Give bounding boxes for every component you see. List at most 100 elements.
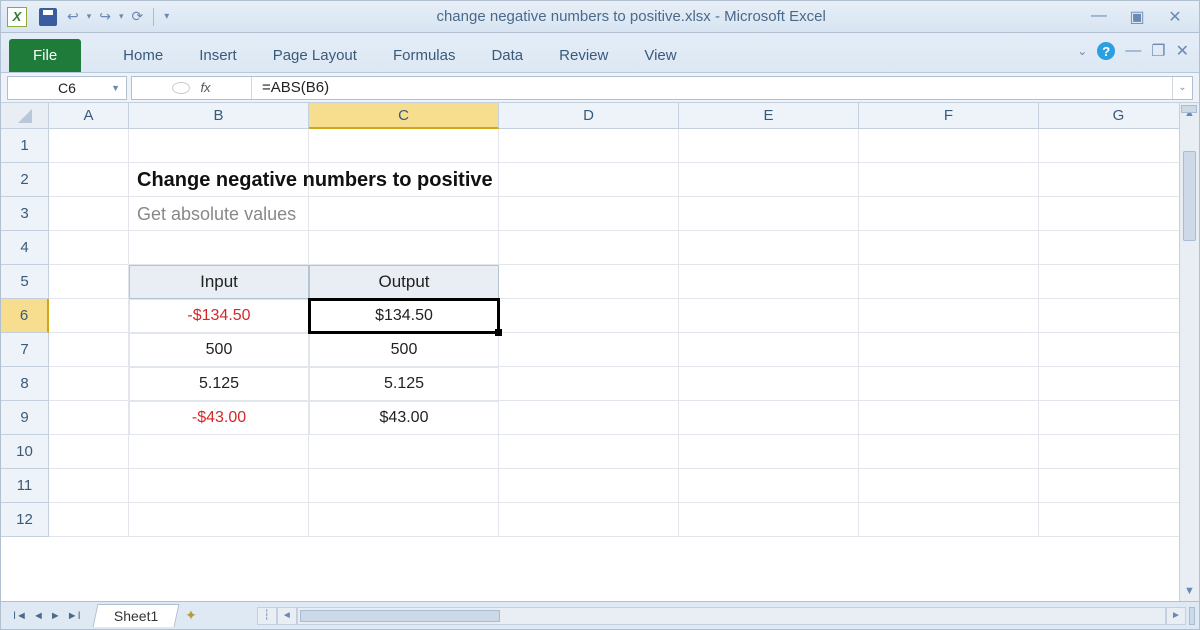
- input-cell[interactable]: 500: [129, 333, 309, 367]
- horizontal-scroll-thumb[interactable]: [300, 610, 500, 622]
- cell[interactable]: [129, 469, 309, 503]
- cell[interactable]: [309, 435, 499, 469]
- redo-button[interactable]: ↪: [95, 8, 115, 25]
- cell[interactable]: [309, 129, 499, 163]
- undo-button[interactable]: ↩: [63, 8, 83, 25]
- cell[interactable]: [49, 435, 129, 469]
- fx-icon[interactable]: fx: [200, 80, 210, 95]
- cell[interactable]: [679, 231, 859, 265]
- input-cell[interactable]: 5.125: [129, 367, 309, 401]
- row-header-9[interactable]: 9: [1, 401, 49, 435]
- scroll-down-icon[interactable]: ▼: [1180, 581, 1199, 601]
- table-header-input[interactable]: Input: [129, 265, 309, 299]
- column-header-A[interactable]: A: [49, 103, 129, 129]
- cell[interactable]: [1039, 503, 1199, 537]
- tab-data[interactable]: Data: [473, 39, 541, 72]
- selection-handle[interactable]: [495, 329, 502, 336]
- row-header-3[interactable]: 3: [1, 197, 49, 231]
- cells-area[interactable]: Change negative numbers to positiveGet a…: [49, 129, 1199, 603]
- cell[interactable]: [1039, 333, 1199, 367]
- cell[interactable]: [859, 367, 1039, 401]
- cell[interactable]: [49, 367, 129, 401]
- cell[interactable]: [1039, 469, 1199, 503]
- cell[interactable]: [499, 231, 679, 265]
- cell[interactable]: [679, 197, 859, 231]
- sheet-nav-first-icon[interactable]: I◄: [11, 608, 29, 624]
- tab-insert[interactable]: Insert: [181, 39, 255, 72]
- column-header-E[interactable]: E: [679, 103, 859, 129]
- cell[interactable]: [499, 333, 679, 367]
- workbook-restore-button[interactable]: ❐: [1151, 41, 1165, 61]
- cell[interactable]: [129, 129, 309, 163]
- cell[interactable]: [859, 435, 1039, 469]
- cell[interactable]: [679, 401, 859, 435]
- cell[interactable]: [49, 469, 129, 503]
- excel-icon[interactable]: X: [7, 7, 27, 27]
- column-header-F[interactable]: F: [859, 103, 1039, 129]
- sheet-nav-next-icon[interactable]: ►: [48, 608, 63, 624]
- title-cell[interactable]: Change negative numbers to positive: [129, 163, 729, 197]
- help-icon[interactable]: ?: [1097, 42, 1115, 60]
- cell[interactable]: [859, 333, 1039, 367]
- cell[interactable]: [499, 435, 679, 469]
- cell[interactable]: [129, 435, 309, 469]
- input-cell[interactable]: -$43.00: [129, 401, 309, 435]
- workbook-minimize-button[interactable]: —: [1125, 42, 1141, 60]
- cell[interactable]: [1039, 197, 1199, 231]
- cell[interactable]: [1039, 299, 1199, 333]
- column-header-C[interactable]: C: [309, 103, 499, 129]
- cell[interactable]: [499, 503, 679, 537]
- output-cell[interactable]: $43.00: [309, 401, 499, 435]
- row-header-1[interactable]: 1: [1, 129, 49, 163]
- cell[interactable]: [859, 231, 1039, 265]
- table-header-output[interactable]: Output: [309, 265, 499, 299]
- scroll-left-icon[interactable]: ◄: [277, 607, 297, 625]
- cell[interactable]: [1039, 163, 1199, 197]
- cell[interactable]: [679, 503, 859, 537]
- tab-home[interactable]: Home: [105, 39, 181, 72]
- close-button[interactable]: ✕: [1165, 7, 1185, 27]
- cell[interactable]: [499, 401, 679, 435]
- input-cell[interactable]: -$134.50: [129, 299, 309, 333]
- qat-customize-icon[interactable]: ▾: [160, 11, 173, 22]
- cell[interactable]: [499, 367, 679, 401]
- cell[interactable]: [49, 265, 129, 299]
- cell[interactable]: [1039, 401, 1199, 435]
- row-header-12[interactable]: 12: [1, 503, 49, 537]
- redo-dropdown-icon[interactable]: ▾: [115, 11, 128, 22]
- tab-formulas[interactable]: Formulas: [375, 39, 474, 72]
- cell[interactable]: [1039, 129, 1199, 163]
- cell[interactable]: [49, 231, 129, 265]
- hscroll-split-icon[interactable]: ┆: [257, 607, 277, 625]
- file-tab[interactable]: File: [9, 39, 81, 72]
- cell[interactable]: [679, 299, 859, 333]
- cell[interactable]: [309, 503, 499, 537]
- horizontal-scrollbar[interactable]: ┆ ◄ ►: [257, 607, 1195, 625]
- formula-bar-expand-icon[interactable]: ⌄: [1172, 77, 1192, 99]
- column-header-G[interactable]: G: [1039, 103, 1199, 129]
- cell[interactable]: [859, 163, 1039, 197]
- column-header-D[interactable]: D: [499, 103, 679, 129]
- tab-page-layout[interactable]: Page Layout: [255, 39, 375, 72]
- cell[interactable]: [49, 503, 129, 537]
- cell[interactable]: [49, 197, 129, 231]
- cell[interactable]: [309, 231, 499, 265]
- column-header-B[interactable]: B: [129, 103, 309, 129]
- cell[interactable]: [309, 469, 499, 503]
- minimize-button[interactable]: —: [1089, 7, 1109, 27]
- workbook-close-button[interactable]: ✕: [1176, 41, 1189, 61]
- output-cell[interactable]: 500: [309, 333, 499, 367]
- name-box[interactable]: C6: [7, 76, 127, 100]
- row-header-8[interactable]: 8: [1, 367, 49, 401]
- sheet-nav-prev-icon[interactable]: ◄: [31, 608, 46, 624]
- cell[interactable]: [1039, 265, 1199, 299]
- cell[interactable]: [129, 503, 309, 537]
- cell[interactable]: [859, 503, 1039, 537]
- row-header-6[interactable]: 6: [1, 299, 49, 333]
- cell[interactable]: [679, 435, 859, 469]
- cell[interactable]: [679, 129, 859, 163]
- row-header-10[interactable]: 10: [1, 435, 49, 469]
- output-cell[interactable]: 5.125: [309, 367, 499, 401]
- cell[interactable]: [859, 469, 1039, 503]
- cell[interactable]: [859, 129, 1039, 163]
